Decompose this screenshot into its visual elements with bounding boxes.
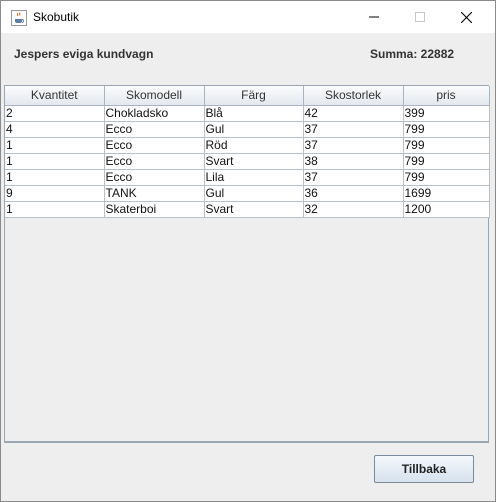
cell-pris[interactable]: 1200 (403, 201, 490, 218)
maximize-button (397, 1, 443, 33)
cell-farg[interactable]: Svart (204, 153, 304, 170)
cell-skomodell[interactable]: Ecco (104, 169, 205, 186)
table-row[interactable]: 9 TANK Gul 36 1699 (5, 185, 490, 202)
close-icon (460, 11, 472, 23)
cell-skomodell[interactable]: Skaterboi (104, 201, 205, 218)
cell-farg[interactable]: Gul (204, 185, 304, 202)
minimize-icon (369, 16, 379, 18)
title-bar[interactable]: Skobutik (1, 1, 495, 33)
table-row[interactable]: 2 Chokladsko Blå 42 399 (5, 105, 490, 122)
cell-skomodell[interactable]: TANK (104, 185, 205, 202)
cell-kvantitet[interactable]: 1 (5, 137, 105, 154)
table-row[interactable]: 1 Ecco Röd 37 799 (5, 137, 490, 154)
cell-kvantitet[interactable]: 1 (5, 169, 105, 186)
cell-skostorlek[interactable]: 37 (303, 137, 404, 154)
cell-farg[interactable]: Lila (204, 169, 304, 186)
table-row[interactable]: 4 Ecco Gul 37 799 (5, 121, 490, 138)
cell-kvantitet[interactable]: 2 (5, 105, 105, 122)
window-title: Skobutik (33, 10, 80, 24)
cell-skostorlek[interactable]: 38 (303, 153, 404, 170)
cell-kvantitet[interactable]: 4 (5, 121, 105, 138)
cart-title: Jespers eviga kundvagn (14, 47, 154, 61)
cell-skomodell[interactable]: Ecco (104, 153, 205, 170)
column-header-kvantitet[interactable]: Kvantitet (5, 86, 105, 106)
app-window: Skobutik Jespers eviga kundvagn Summa: 2… (0, 0, 496, 502)
minimize-button[interactable] (351, 1, 397, 33)
cell-skomodell[interactable]: Ecco (104, 137, 205, 154)
cell-skomodell[interactable]: Chokladsko (104, 105, 205, 122)
cell-kvantitet[interactable]: 1 (5, 153, 105, 170)
cell-skostorlek[interactable]: 32 (303, 201, 404, 218)
table-row[interactable]: 1 Ecco Svart 38 799 (5, 153, 490, 170)
column-header-skostorlek[interactable]: Skostorlek (303, 86, 404, 106)
column-header-farg[interactable]: Färg (204, 86, 304, 106)
cell-farg[interactable]: Röd (204, 137, 304, 154)
cell-pris[interactable]: 799 (403, 153, 490, 170)
table-row[interactable]: 1 Ecco Lila 37 799 (5, 169, 490, 186)
column-header-skomodell[interactable]: Skomodell (104, 86, 205, 106)
cell-pris[interactable]: 799 (403, 121, 490, 138)
cell-skostorlek[interactable]: 36 (303, 185, 404, 202)
cell-skostorlek[interactable]: 37 (303, 121, 404, 138)
cell-pris[interactable]: 799 (403, 137, 490, 154)
close-button[interactable] (443, 1, 489, 33)
back-button[interactable]: Tillbaka (374, 455, 474, 483)
column-header-pris[interactable]: pris (403, 86, 490, 106)
footer-divider (4, 442, 489, 443)
cart-table: Kvantitet Skomodell Färg Skostorlek pris… (5, 86, 490, 218)
table-header-row: Kvantitet Skomodell Färg Skostorlek pris (5, 86, 490, 106)
table-row[interactable]: 1 Skaterboi Svart 32 1200 (5, 201, 490, 218)
cell-farg[interactable]: Svart (204, 201, 304, 218)
cell-kvantitet[interactable]: 1 (5, 201, 105, 218)
cell-skostorlek[interactable]: 42 (303, 105, 404, 122)
maximize-icon (415, 12, 425, 22)
cell-farg[interactable]: Blå (204, 105, 304, 122)
sum-total: Summa: 22882 (370, 47, 455, 61)
cell-pris[interactable]: 799 (403, 169, 490, 186)
cell-farg[interactable]: Gul (204, 121, 304, 138)
cell-skostorlek[interactable]: 37 (303, 169, 404, 186)
cell-skomodell[interactable]: Ecco (104, 121, 205, 138)
cell-kvantitet[interactable]: 9 (5, 185, 105, 202)
cell-pris[interactable]: 1699 (403, 185, 490, 202)
cell-pris[interactable]: 399 (403, 105, 490, 122)
java-coffee-icon (11, 10, 27, 26)
cart-table-scrollpane[interactable]: Kvantitet Skomodell Färg Skostorlek pris… (4, 85, 490, 442)
